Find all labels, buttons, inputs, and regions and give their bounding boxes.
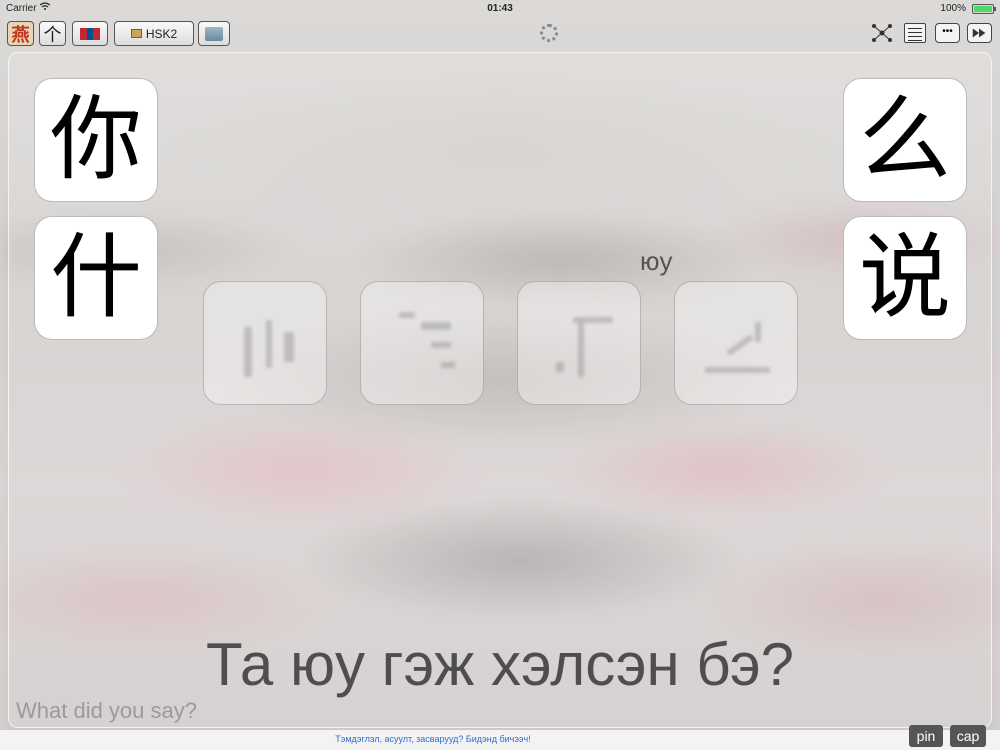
answer-slot[interactable]: [674, 281, 798, 405]
pin-button[interactable]: pin: [909, 725, 943, 747]
deck-selector-button[interactable]: HSK2: [114, 21, 194, 46]
character-card-me[interactable]: 么: [843, 78, 967, 202]
activity-spinner-icon: [540, 24, 558, 42]
character-card-shen[interactable]: 什: [34, 216, 158, 340]
folder-button[interactable]: [198, 21, 230, 46]
speech-bubble-icon[interactable]: •••: [935, 23, 960, 43]
status-bar: Carrier 01:43 100%: [0, 0, 1000, 16]
english-translation: What did you say?: [16, 698, 197, 723]
folder-icon: [205, 26, 223, 41]
deck-label: HSK2: [145, 26, 178, 41]
answer-slot[interactable]: [360, 281, 484, 405]
translation-text: Та юу гэж хэлсэн бэ?: [205, 631, 795, 698]
answer-slot[interactable]: [203, 281, 327, 405]
battery-percent: 100%: [940, 3, 966, 14]
book-icon: [130, 29, 142, 38]
network-graph-icon[interactable]: [871, 23, 893, 43]
text-lines-icon[interactable]: [904, 23, 926, 43]
fast-forward-icon[interactable]: [967, 23, 992, 43]
feedback-link[interactable]: Тэмдэглэл, асуулт, засварууд? Бидэнд бич…: [0, 734, 866, 744]
answer-slot[interactable]: [517, 281, 641, 405]
mongolia-flag-icon: [80, 27, 101, 40]
single-character-button[interactable]: 个: [39, 21, 66, 46]
status-time: 01:43: [487, 3, 513, 14]
app-icon-button[interactable]: 燕: [7, 21, 34, 46]
language-flag-button[interactable]: [72, 21, 108, 46]
character-card-ni[interactable]: 你: [34, 78, 158, 202]
character-card-shuo[interactable]: 说: [843, 216, 967, 340]
battery-icon: [972, 4, 996, 14]
cap-button[interactable]: cap: [950, 725, 986, 747]
pinyin-hint: юу: [640, 246, 673, 276]
